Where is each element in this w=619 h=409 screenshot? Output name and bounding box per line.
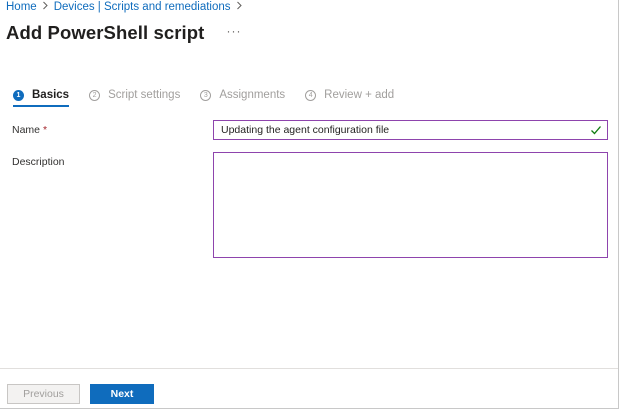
- wizard-steps: 1 Basics 2 Script settings 3 Assignments…: [13, 89, 394, 107]
- description-field[interactable]: [213, 152, 608, 258]
- next-button[interactable]: Next: [90, 384, 154, 404]
- step-label: Script settings: [108, 89, 181, 101]
- tab-review-add[interactable]: 4 Review + add: [305, 89, 394, 101]
- breadcrumb-home[interactable]: Home: [6, 1, 37, 13]
- page-title: Add PowerShell script: [6, 22, 205, 43]
- breadcrumb-devices-scripts[interactable]: Devices | Scripts and remediations: [54, 1, 231, 13]
- step-label: Review + add: [324, 89, 395, 101]
- step-label: Assignments: [219, 89, 286, 101]
- name-label: Name *: [12, 124, 47, 136]
- name-label-text: Name: [12, 124, 41, 136]
- required-marker: *: [43, 124, 48, 136]
- step-label: Basics: [32, 89, 70, 101]
- previous-button[interactable]: Previous: [7, 384, 80, 404]
- tab-basics[interactable]: 1 Basics: [13, 89, 70, 107]
- check-icon: [591, 126, 601, 135]
- tab-script-settings[interactable]: 2 Script settings: [89, 89, 180, 101]
- chevron-right-icon: [236, 1, 243, 13]
- tab-assignments[interactable]: 3 Assignments: [200, 89, 285, 101]
- step-number: 4: [305, 89, 317, 101]
- ellipsis-icon[interactable]: ···: [226, 24, 241, 38]
- breadcrumb: Home Devices | Scripts and remediations: [6, 0, 248, 14]
- description-label: Description: [12, 156, 65, 168]
- description-label-text: Description: [12, 156, 65, 168]
- footer-divider: [0, 368, 618, 369]
- page: Home Devices | Scripts and remediations …: [0, 0, 619, 409]
- name-input[interactable]: Updating the agent configuration file: [213, 120, 608, 140]
- name-input-value: Updating the agent configuration file: [221, 124, 390, 136]
- step-number: 1: [13, 89, 24, 101]
- chevron-right-icon: [42, 1, 49, 13]
- step-number: 3: [200, 89, 212, 101]
- title-row: Add PowerShell script ···: [6, 22, 241, 44]
- step-number: 2: [89, 89, 101, 101]
